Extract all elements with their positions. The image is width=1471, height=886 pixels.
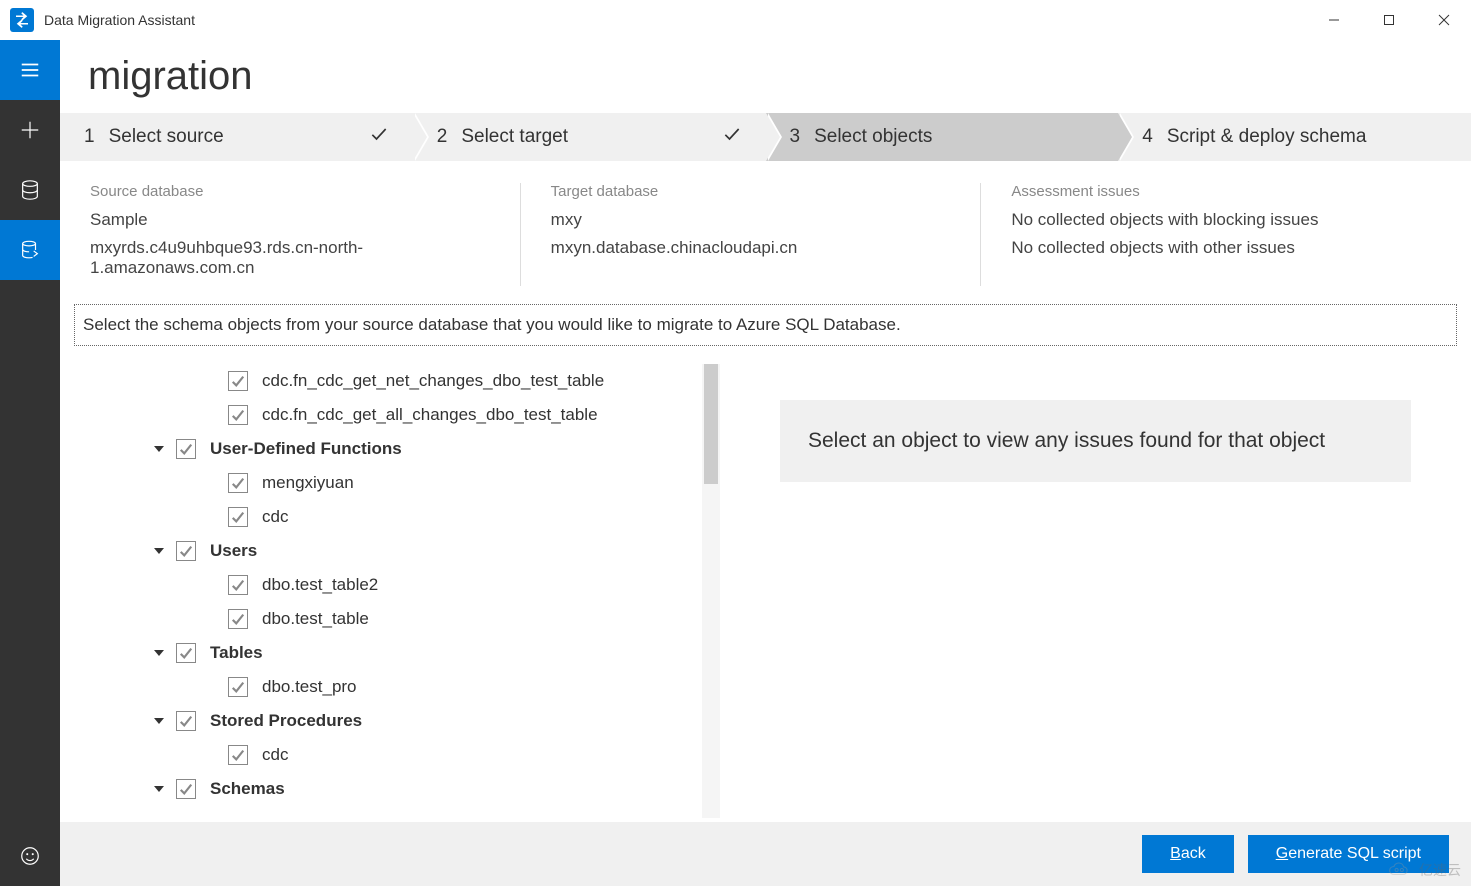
checkbox[interactable] (228, 609, 248, 629)
caret-down-icon[interactable] (150, 716, 168, 726)
step-label: Select objects (814, 126, 932, 148)
watermark: 亿速云 (1387, 860, 1461, 880)
checkbox[interactable] (176, 439, 196, 459)
checkbox[interactable] (176, 779, 196, 799)
checkbox[interactable] (228, 575, 248, 595)
step-number: 4 (1142, 126, 1153, 148)
step-label: Select source (109, 126, 224, 148)
wizard-steps: 1 Select source 2 Select target 3 Select… (60, 113, 1471, 161)
source-name: Sample (90, 210, 490, 230)
tree-category[interactable]: Users (68, 534, 720, 568)
caret-down-icon[interactable] (150, 546, 168, 556)
caret-down-icon[interactable] (150, 444, 168, 454)
source-label: Source database (90, 183, 490, 200)
tree-label: User-Defined Functions (210, 439, 402, 459)
checkmark-icon (722, 124, 742, 150)
tree-item[interactable]: dbo.test_table2 (68, 568, 720, 602)
info-row: Source database Sample mxyrds.c4u9uhbque… (60, 161, 1471, 304)
tree-label: dbo.test_pro (262, 677, 357, 697)
wizard-step-script-deploy[interactable]: 4 Script & deploy schema (1118, 113, 1471, 161)
tree-category[interactable]: Schemas (68, 772, 720, 806)
tree-label: Tables (210, 643, 263, 663)
wizard-step-select-objects[interactable]: 3 Select objects (766, 113, 1119, 161)
tree-label: dbo.test_table2 (262, 575, 378, 595)
checkbox[interactable] (176, 643, 196, 663)
caret-down-icon[interactable] (150, 784, 168, 794)
window-controls (1306, 0, 1471, 40)
target-database-info: Target database mxy mxyn.database.chinac… (551, 183, 982, 286)
assessment-other: No collected objects with other issues (1011, 238, 1411, 258)
app-title: Data Migration Assistant (44, 12, 195, 28)
tree-item[interactable]: cdc (68, 738, 720, 772)
maximize-button[interactable] (1361, 0, 1416, 40)
scrollbar[interactable] (702, 364, 720, 818)
tree-label: mengxiyuan (262, 473, 354, 493)
checkbox[interactable] (228, 405, 248, 425)
hamburger-menu-icon[interactable] (0, 40, 60, 100)
sidebar (0, 40, 60, 886)
checkbox[interactable] (228, 371, 248, 391)
step-number: 2 (437, 126, 448, 148)
feedback-smiley-icon[interactable] (0, 826, 60, 886)
checkbox[interactable] (228, 507, 248, 527)
tree-category[interactable]: Stored Procedures (68, 704, 720, 738)
target-name: mxy (551, 210, 951, 230)
checkmark-icon (369, 124, 389, 150)
page-title: migration (60, 40, 1471, 113)
footer: Back Generate SQL script (60, 822, 1471, 886)
app-icon (10, 8, 34, 32)
step-number: 1 (84, 126, 95, 148)
tree-label: Schemas (210, 779, 285, 799)
source-database-info: Source database Sample mxyrds.c4u9uhbque… (90, 183, 521, 286)
minimize-button[interactable] (1306, 0, 1361, 40)
tree-category[interactable]: User-Defined Functions (68, 432, 720, 466)
instruction-text: Select the schema objects from your sour… (74, 304, 1457, 346)
back-button[interactable]: Back (1142, 835, 1234, 873)
tree-label: cdc (262, 745, 288, 765)
source-host: mxyrds.c4u9uhbque93.rds.cn-north-1.amazo… (90, 238, 490, 278)
tree-label: cdc (262, 507, 288, 527)
checkbox[interactable] (228, 473, 248, 493)
object-tree: cdc.fn_cdc_get_net_changes_dbo_test_tabl… (60, 360, 720, 822)
target-host: mxyn.database.chinacloudapi.cn (551, 238, 951, 258)
tree-item[interactable]: dbo.test_table (68, 602, 720, 636)
step-number: 3 (790, 126, 801, 148)
tree-label: Stored Procedures (210, 711, 362, 731)
assessment-issues-info: Assessment issues No collected objects w… (1011, 183, 1441, 286)
tree-label: cdc.fn_cdc_get_net_changes_dbo_test_tabl… (262, 371, 604, 391)
tree-item[interactable]: cdc.fn_cdc_get_net_changes_dbo_test_tabl… (68, 364, 720, 398)
checkbox[interactable] (228, 745, 248, 765)
tree-label: dbo.test_table (262, 609, 369, 629)
database-icon[interactable] (0, 160, 60, 220)
detail-panel: Select an object to view any issues foun… (720, 360, 1471, 822)
scrollbar-thumb[interactable] (704, 364, 718, 484)
assessment-label: Assessment issues (1011, 183, 1411, 200)
tree-label: cdc.fn_cdc_get_all_changes_dbo_test_tabl… (262, 405, 598, 425)
tree-category[interactable]: Tables (68, 636, 720, 670)
close-button[interactable] (1416, 0, 1471, 40)
add-new-icon[interactable] (0, 100, 60, 160)
checkbox[interactable] (176, 541, 196, 561)
tree-item[interactable]: cdc (68, 500, 720, 534)
tree-label: Users (210, 541, 257, 561)
step-label: Script & deploy schema (1167, 126, 1367, 148)
caret-down-icon[interactable] (150, 648, 168, 658)
checkbox[interactable] (176, 711, 196, 731)
assessment-blocking: No collected objects with blocking issue… (1011, 210, 1411, 230)
target-label: Target database (551, 183, 951, 200)
title-bar: Data Migration Assistant (0, 0, 1471, 40)
tree-item[interactable]: cdc.fn_cdc_get_all_changes_dbo_test_tabl… (68, 398, 720, 432)
wizard-step-select-target[interactable]: 2 Select target (413, 113, 766, 161)
step-label: Select target (461, 126, 568, 148)
wizard-step-select-source[interactable]: 1 Select source (60, 113, 413, 161)
tree-item[interactable]: dbo.test_pro (68, 670, 720, 704)
database-migrate-icon[interactable] (0, 220, 60, 280)
checkbox[interactable] (228, 677, 248, 697)
detail-placeholder: Select an object to view any issues foun… (780, 400, 1411, 482)
tree-item[interactable]: mengxiyuan (68, 466, 720, 500)
